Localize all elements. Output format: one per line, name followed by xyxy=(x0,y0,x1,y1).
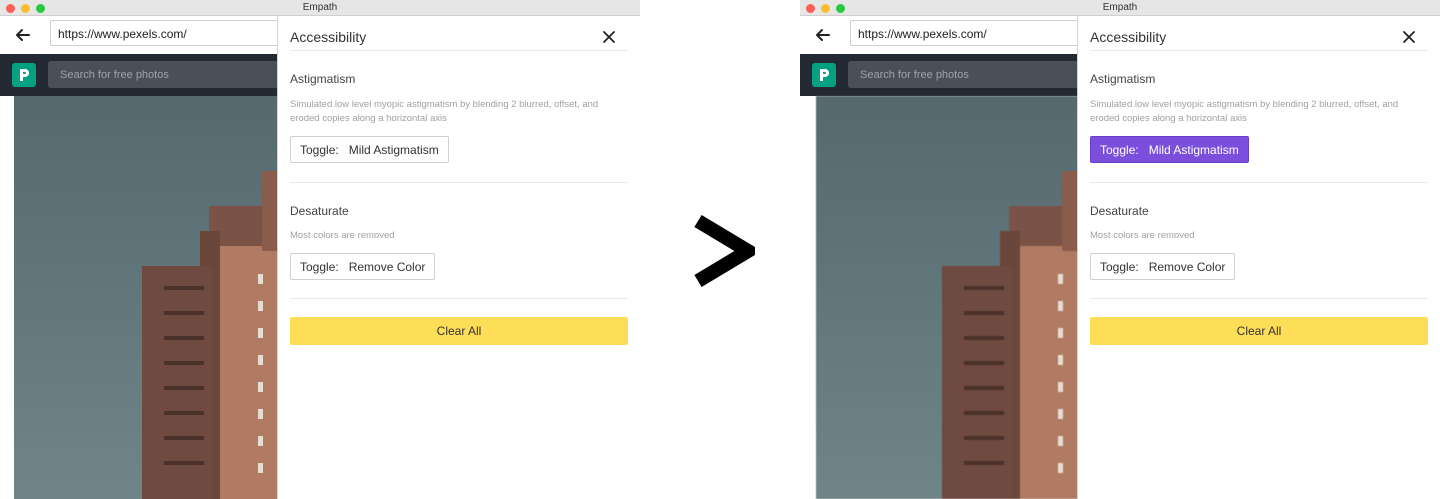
divider xyxy=(1090,298,1428,299)
toggle-remove-color-button[interactable]: Toggle: Remove Color xyxy=(1090,253,1236,280)
section-description-desaturate: Most colors are removed xyxy=(1090,230,1195,241)
site-search-input[interactable]: Search for free photos xyxy=(848,61,1088,88)
title-bar: Empath xyxy=(800,0,1440,16)
toggle-mild-astigmatism-button[interactable]: Toggle: Mild Astigmatism xyxy=(290,136,449,163)
chevron-right-icon xyxy=(694,215,755,287)
panel-title: Accessibility xyxy=(1090,29,1167,45)
window-title: Empath xyxy=(1102,2,1138,13)
close-icon[interactable] xyxy=(1400,28,1418,46)
section-title-desaturate: Desaturate xyxy=(290,204,349,218)
section-title-desaturate: Desaturate xyxy=(1090,204,1149,218)
toggle-prefix: Toggle: xyxy=(1100,143,1139,157)
divider xyxy=(1090,182,1428,183)
pexels-logo-icon[interactable] xyxy=(12,63,36,87)
building-photo-astigmatism xyxy=(816,96,1080,499)
title-bar: Empath xyxy=(0,0,640,16)
pexels-logo-icon[interactable] xyxy=(812,63,836,87)
toggle-label: Mild Astigmatism xyxy=(1148,143,1239,157)
toggle-prefix: Toggle: xyxy=(300,143,339,157)
toggle-remove-color-button[interactable]: Toggle: Remove Color xyxy=(290,253,436,280)
panel-title: Accessibility xyxy=(290,29,367,45)
accessibility-panel: Accessibility Astigmatism Simulated low … xyxy=(277,16,640,499)
accessibility-panel: Accessibility Astigmatism Simulated low … xyxy=(1077,16,1440,499)
section-title-astigmatism: Astigmatism xyxy=(290,72,356,86)
toggle-prefix: Toggle: xyxy=(1100,260,1139,274)
section-description-astigmatism: Simulated low level myopic astigmatism b… xyxy=(1090,99,1399,124)
toggle-prefix: Toggle: xyxy=(300,260,339,274)
browser-toolbar: https://www.pexels.com/ xyxy=(0,16,290,54)
arrow-left-icon[interactable] xyxy=(812,24,834,46)
site-header: Search for free photos xyxy=(800,54,1088,96)
toggle-label: Remove Color xyxy=(348,260,426,274)
building-photo xyxy=(14,96,280,499)
window-title: Empath xyxy=(302,2,338,13)
toggle-label: Mild Astigmatism xyxy=(348,143,439,157)
divider xyxy=(290,182,628,183)
url-input[interactable]: https://www.pexels.com/ xyxy=(850,20,1090,46)
browser-toolbar: https://www.pexels.com/ xyxy=(800,16,1090,54)
app-window-before: Empath https://www.pexels.com/ Search fo… xyxy=(0,0,640,499)
close-icon[interactable] xyxy=(600,28,618,46)
divider xyxy=(1090,50,1428,51)
divider xyxy=(290,298,628,299)
url-input[interactable]: https://www.pexels.com/ xyxy=(50,20,290,46)
section-description-astigmatism: Simulated low level myopic astigmatism b… xyxy=(290,99,599,124)
toggle-mild-astigmatism-button-active[interactable]: Toggle: Mild Astigmatism xyxy=(1090,136,1249,163)
app-window-after: Empath https://www.pexels.com/ Search fo… xyxy=(800,0,1440,499)
clear-all-button[interactable]: Clear All xyxy=(1090,317,1428,345)
toggle-label: Remove Color xyxy=(1148,260,1226,274)
site-search-input[interactable]: Search for free photos xyxy=(48,61,288,88)
section-description-desaturate: Most colors are removed xyxy=(290,230,395,241)
divider xyxy=(290,50,628,51)
arrow-left-icon[interactable] xyxy=(12,24,34,46)
section-title-astigmatism: Astigmatism xyxy=(1090,72,1156,86)
clear-all-button[interactable]: Clear All xyxy=(290,317,628,345)
site-header: Search for free photos xyxy=(0,54,288,96)
